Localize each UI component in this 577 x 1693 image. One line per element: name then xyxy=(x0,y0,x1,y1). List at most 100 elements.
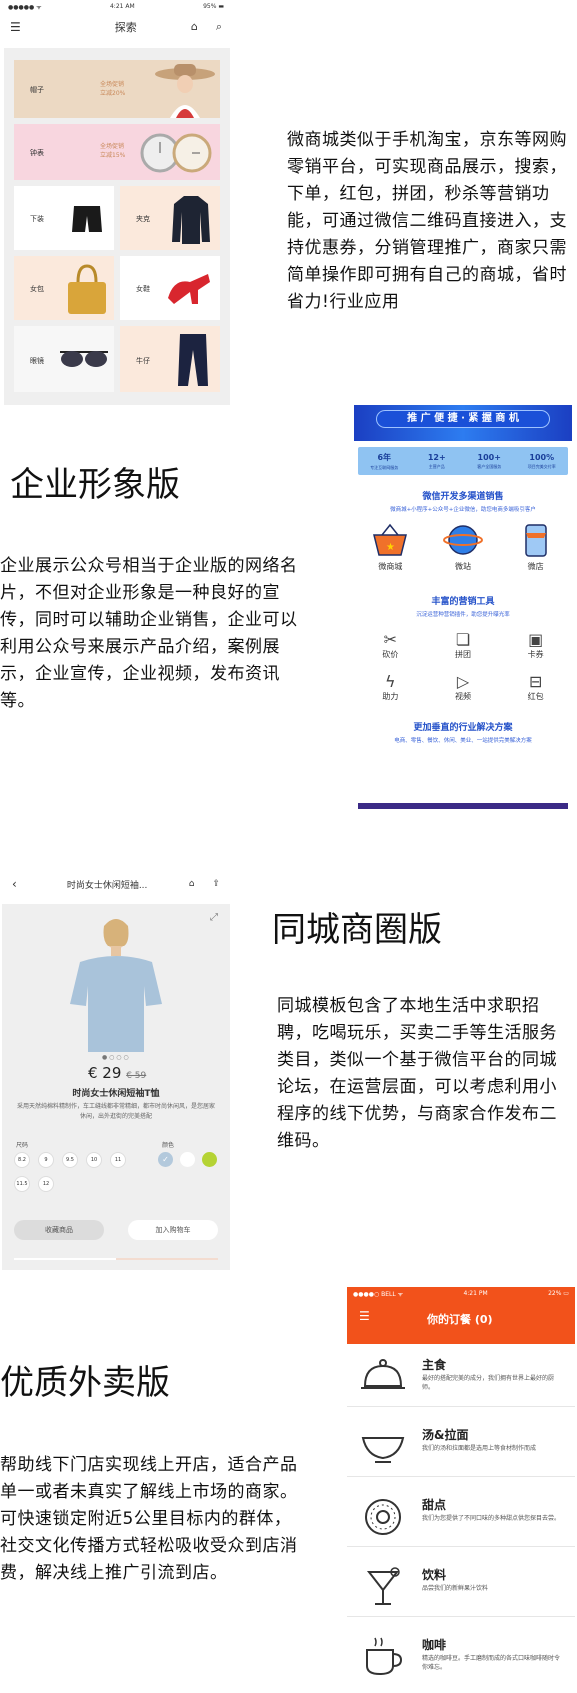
size-option[interactable]: 11 xyxy=(110,1152,126,1168)
tool-group[interactable]: ❏ 拼团 xyxy=(427,630,500,660)
size-option[interactable]: 9 xyxy=(38,1152,54,1168)
size-label: 尺码 xyxy=(16,1142,29,1149)
stat-value: 100% xyxy=(529,452,555,462)
carousel-dots[interactable]: ● ○ ○ ○ xyxy=(102,1054,129,1061)
tile-watches[interactable]: 钟表 全场促销 立减15% xyxy=(14,124,220,180)
tool-coupon[interactable]: ▣ 卡券 xyxy=(499,630,572,660)
favorite-button[interactable]: 收藏商品 xyxy=(14,1220,104,1240)
tile-label: 帽子 xyxy=(30,86,44,94)
channel-site[interactable]: 微站 xyxy=(442,523,483,572)
watch-image xyxy=(140,133,212,173)
channel-store[interactable]: 微店 xyxy=(516,523,556,572)
channel-label: 微站 xyxy=(454,562,471,571)
search-icon[interactable]: ⌕ xyxy=(216,20,222,34)
shopping-basket-icon: ★ xyxy=(373,523,408,556)
menu-icon[interactable]: ☰ xyxy=(10,20,21,34)
menu-item-coffee[interactable]: 咖啡 精选的咖啡豆。手工磨制而成的各式口味咖啡随时令你难忘。 xyxy=(347,1624,575,1687)
tool-redpacket[interactable]: ⊟ 红包 xyxy=(499,672,572,702)
tile-hats[interactable]: 帽子 全场促销立减20% xyxy=(14,60,220,118)
mall-description: 微商城类似于手机淘宝，京东等网购零销平台，可实现商品展示，搜索，下单，红包，拼团… xyxy=(287,130,567,312)
status-bar: ●●●●● ᯤ 4:21 AM 95% ▬ xyxy=(0,0,232,14)
tool-label: 卡券 xyxy=(527,650,544,659)
tile-bottoms[interactable]: 下装 xyxy=(14,186,114,250)
phone-enterprise: 推 广 便 捷 · 紧 握 商 机 6年 专注互联网服务 12+ 主营产品 100+… xyxy=(354,405,572,809)
tools-subtitle: 沉淀运营种营销插件，助您提升曝光率 xyxy=(416,612,510,618)
menu-item-dessert[interactable]: 甜点 我们为您提供了不同口味的多种甜点供您探目去尝。 xyxy=(347,1484,575,1547)
tag-icon: ❏ xyxy=(455,630,471,649)
menu-item-name: 饮料 xyxy=(422,1568,447,1582)
color-swatch-white[interactable] xyxy=(180,1152,195,1167)
phone-product-detail: ‹ 时尚女士休闲短袖... ⌂ ⇪ ⤢ ● ○ ○ ○ € 29 € 59 时尚… xyxy=(0,870,232,1270)
solutions-section: 更加垂直的行业解决方案 电商、零售、餐饮、休闲、美业、一站提供完美解决方案 xyxy=(354,720,572,744)
menu-item-desc: 精选的咖啡豆。手工磨制而成的各式口味咖啡随时令你难忘。 xyxy=(422,1655,561,1671)
color-label: 颜色 xyxy=(162,1142,175,1149)
shoe-image xyxy=(168,274,210,304)
local-circle-description: 同城模板包含了本地生活中求职招聘，吃喝玩乐，买卖二手等生活服务类目，类似一个基于… xyxy=(277,996,557,1151)
nav-bar: ☰ 探索 ⌂ ⌕ xyxy=(0,14,232,40)
enterprise-description: 企业展示公众号相当于企业版的网络名片，不但对企业形象是一种良好的宣传，同时可以辅… xyxy=(0,556,298,711)
tool-bargain[interactable]: ✂ 砍价 xyxy=(354,630,427,660)
category-grid: 帽子 全场促销立减20% 钟表 全场促销 立减15% 下装 夹克 女包 女鞋 眼镜 xyxy=(4,48,230,405)
menu-item-main[interactable]: 主食 最好的搭配完美的成分，我们拥有世界上最好的厨师。 xyxy=(347,1344,575,1407)
stat-item: 6年 专注互联网服务 xyxy=(358,452,411,471)
size-option[interactable]: 10 xyxy=(86,1152,102,1168)
tool-video[interactable]: ▷ 视频 xyxy=(427,672,500,702)
lightning-icon: ϟ xyxy=(385,672,396,691)
tile-label: 眼镜 xyxy=(30,357,44,365)
tile-denim[interactable]: 牛仔 xyxy=(120,326,220,392)
tool-label: 视频 xyxy=(454,692,471,701)
menu-icon[interactable]: ☰ xyxy=(359,1309,370,1323)
share-icon[interactable]: ⇪ xyxy=(212,879,220,889)
old-price: € 59 xyxy=(126,1071,147,1081)
expand-icon[interactable]: ⤢ xyxy=(210,912,218,923)
channel-mall[interactable]: ★ 微商城 xyxy=(370,523,410,572)
stat-item: 100% 项目完美交付率 xyxy=(516,453,569,470)
ticket-icon: ▣ xyxy=(528,630,544,649)
video-icon: ▷ xyxy=(456,672,470,691)
tool-boost[interactable]: ϟ 助力 xyxy=(354,672,427,702)
tile-shoes[interactable]: 女鞋 xyxy=(120,256,220,320)
menu-item-name: 主食 xyxy=(422,1358,447,1372)
footer-banner xyxy=(358,803,568,809)
handbag-image xyxy=(68,264,106,314)
promo-banner: 推 广 便 捷 · 紧 握 商 机 xyxy=(354,405,572,441)
status-time: 4:21 PM xyxy=(463,1290,488,1297)
add-to-cart-button[interactable]: 加入购物车 xyxy=(128,1220,218,1240)
menu-item-drinks[interactable]: 饮料 品尝我们的新鲜果汁饮料 xyxy=(347,1554,575,1617)
battery-indicator: 22% ▭ xyxy=(548,1290,569,1297)
size-option[interactable]: 9.5 xyxy=(62,1152,78,1168)
app-header: ●●●●○ BELL ᯤ 4:21 PM 22% ▭ ☰ 你的订餐 (0) xyxy=(347,1287,575,1344)
size-option[interactable]: 8.2 xyxy=(14,1152,30,1168)
tile-promo: 全场促销立减20% xyxy=(100,80,125,98)
battery-indicator: 95% ▬ xyxy=(203,3,224,10)
stat-value: 100+ xyxy=(477,452,501,462)
menu-item-desc: 我们的汤和拉面都是选用上等食材制作而成 xyxy=(422,1445,537,1452)
size-option[interactable]: 12 xyxy=(38,1176,54,1192)
tile-glasses[interactable]: 眼镜 xyxy=(14,326,114,392)
header-title: 你的订餐 (0) xyxy=(427,1313,493,1326)
solutions-title: 更加垂直的行业解决方案 xyxy=(413,723,513,733)
phone-takeout: ●●●●○ BELL ᯤ 4:21 PM 22% ▭ ☰ 你的订餐 (0) 主食… xyxy=(347,1287,575,1693)
tile-handbags[interactable]: 女包 xyxy=(14,256,114,320)
promo-line: 全场促销 xyxy=(100,81,125,88)
home-icon[interactable]: ⌂ xyxy=(189,879,195,889)
menu-item-soup[interactable]: 汤&拉面 我们的汤和拉面都是选用上等食材制作而成 xyxy=(347,1414,575,1477)
product-description: 采用天然纯棉料精制作，车工缝线都非常精细，都市时尚休闲风，是您居家休闲，出外逛街… xyxy=(16,1103,215,1120)
back-icon[interactable]: ‹ xyxy=(12,877,17,891)
channels-section: 微信开发多渠道销售 微商城+小程序+公众号+企业微信，助您电商多端吸引客户 ★ 微… xyxy=(354,489,572,572)
donut-icon xyxy=(365,1499,401,1535)
stat-label: 主营产品 xyxy=(428,463,445,469)
tile-jackets[interactable]: 夹克 xyxy=(120,186,220,250)
color-swatch-green[interactable] xyxy=(202,1152,217,1167)
menu-item-name: 咖啡 xyxy=(422,1638,447,1652)
home-icon[interactable]: ⌂ xyxy=(191,20,198,34)
promo-line: 立减20% xyxy=(100,90,126,97)
bowl-icon xyxy=(361,1437,405,1463)
status-bar: ●●●●○ BELL ᯤ 4:21 PM 22% ▭ xyxy=(347,1287,575,1301)
size-option[interactable]: 11.5 xyxy=(14,1176,30,1192)
price: € 29 xyxy=(88,1064,122,1082)
planet-icon xyxy=(442,525,483,555)
jeans-image xyxy=(178,334,208,386)
tile-promo: 全场促销 立减15% xyxy=(100,142,125,160)
color-swatch-blue[interactable]: ✓ xyxy=(158,1152,173,1167)
